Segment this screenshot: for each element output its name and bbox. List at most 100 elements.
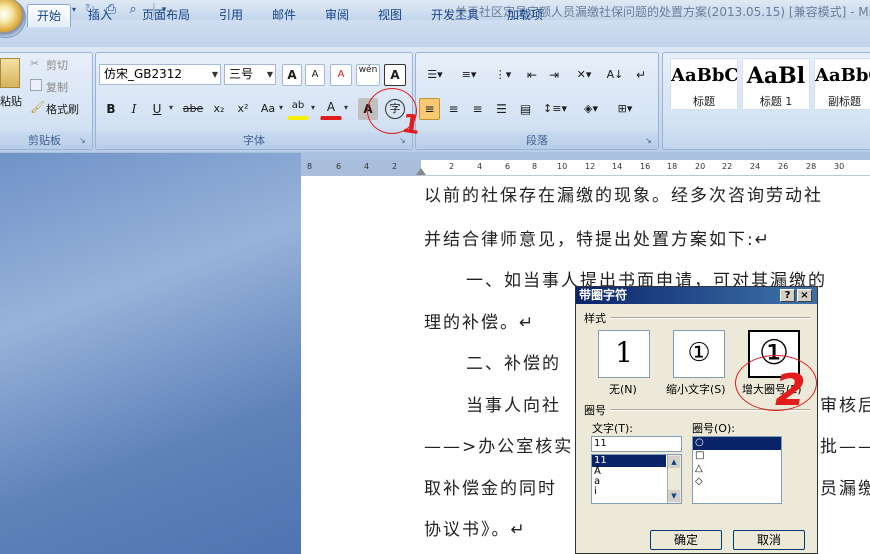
ruler-tick: 28 bbox=[806, 162, 817, 171]
cut-label[interactable]: 剪切 bbox=[46, 57, 68, 73]
decrease-indent-button[interactable]: ⇤ bbox=[522, 64, 542, 86]
paste-label[interactable]: 粘贴 bbox=[0, 93, 22, 109]
clear-formatting-button[interactable]: A bbox=[330, 64, 352, 86]
multilevel-list-button[interactable]: ⋮▾ bbox=[487, 64, 519, 86]
copy-icon[interactable] bbox=[30, 79, 42, 91]
line-spacing-button[interactable]: ↕≡▾ bbox=[540, 98, 570, 120]
tab-addins[interactable]: 加载项 bbox=[500, 4, 550, 27]
help-button[interactable]: ? bbox=[780, 289, 795, 302]
tab-mailings[interactable]: 邮件 bbox=[265, 4, 303, 27]
ruler-tick: 12 bbox=[585, 162, 596, 171]
superscript-button[interactable]: x² bbox=[232, 98, 254, 120]
align-right-button[interactable]: ≡ bbox=[467, 98, 488, 120]
highlight-button[interactable]: ab bbox=[287, 98, 309, 120]
sort-button[interactable]: A↓ bbox=[604, 64, 626, 86]
style-option-none[interactable]: 1 bbox=[598, 330, 650, 378]
numbering-button[interactable]: ≡▾ bbox=[453, 64, 485, 86]
copy-label[interactable]: 复制 bbox=[46, 79, 68, 95]
shrink-font-button[interactable]: A bbox=[305, 64, 325, 86]
tab-developer[interactable]: 开发工具 bbox=[424, 4, 486, 27]
shape-listbox[interactable]: ○ □ △ ◇ bbox=[692, 436, 782, 504]
align-left-button[interactable]: ≡ bbox=[419, 98, 440, 120]
ruler-tick: 6 bbox=[336, 162, 342, 171]
justify-button[interactable]: ☰ bbox=[491, 98, 512, 120]
close-button[interactable]: × bbox=[797, 289, 812, 302]
character-border-button[interactable]: A bbox=[384, 64, 406, 86]
list-item[interactable]: △ bbox=[693, 463, 781, 476]
list-item[interactable]: □ bbox=[693, 450, 781, 463]
format-painter-label[interactable]: 格式刷 bbox=[46, 101, 79, 117]
font-name-value: 仿宋_GB2312 bbox=[104, 67, 183, 81]
ruler-tick: 10 bbox=[557, 162, 568, 171]
style-name: 标题 1 bbox=[759, 95, 793, 108]
borders-button[interactable]: ⊞▾ bbox=[610, 98, 640, 120]
align-center-button[interactable]: ≡ bbox=[443, 98, 464, 120]
ruler-tick: 2 bbox=[449, 162, 455, 171]
tab-review[interactable]: 审阅 bbox=[318, 4, 356, 27]
chinese-layout-button[interactable]: ✕▾ bbox=[568, 64, 600, 86]
text-listbox[interactable]: 11 Å a i ▲ ▼ bbox=[591, 454, 682, 504]
scroll-up-icon[interactable]: ▲ bbox=[668, 456, 680, 468]
bullets-button[interactable]: ☰▾ bbox=[419, 64, 451, 86]
strikethrough-button[interactable]: abe bbox=[180, 98, 206, 120]
chevron-down-icon[interactable]: ▾ bbox=[169, 103, 173, 112]
indent-marker-icon[interactable] bbox=[416, 168, 426, 175]
ruler-tick: 16 bbox=[640, 162, 651, 171]
increase-indent-button[interactable]: ⇥ bbox=[544, 64, 564, 86]
dialog-launcher-icon[interactable]: ↘ bbox=[645, 136, 655, 146]
text-input[interactable]: 11 bbox=[591, 436, 682, 452]
ruler-tick: 4 bbox=[364, 162, 370, 171]
underline-button[interactable]: U bbox=[147, 98, 167, 120]
tab-insert[interactable]: 插入 bbox=[80, 4, 120, 27]
paragraph-group-label: 段落 bbox=[416, 132, 658, 149]
tab-page-layout[interactable]: 页面布局 bbox=[135, 4, 197, 27]
divider bbox=[610, 317, 810, 319]
bold-button[interactable]: B bbox=[101, 98, 121, 120]
format-painter-icon[interactable]: 🖌 bbox=[30, 101, 45, 113]
style-name: 副标题 bbox=[828, 95, 861, 108]
ruler-tick: 24 bbox=[750, 162, 761, 171]
font-color-button[interactable]: A bbox=[320, 98, 342, 120]
cut-icon[interactable]: ✂ bbox=[30, 57, 42, 70]
phonetic-guide-button[interactable]: wén bbox=[356, 64, 380, 86]
style-title[interactable]: AaBbC 标题 bbox=[670, 58, 738, 110]
font-name-combo[interactable]: 仿宋_GB2312 ▼ bbox=[99, 64, 221, 85]
doc-line: 协议书》。↵ bbox=[424, 520, 527, 540]
subscript-button[interactable]: x₂ bbox=[208, 98, 230, 120]
tab-view[interactable]: 视图 bbox=[371, 4, 409, 27]
align-center-icon: ≡ bbox=[448, 102, 459, 116]
option-glyph: ① bbox=[687, 338, 711, 368]
tab-home[interactable]: 开始 bbox=[27, 4, 71, 27]
shading-button[interactable]: ◈▾ bbox=[576, 98, 606, 120]
chevron-down-icon[interactable]: ▾ bbox=[279, 103, 283, 112]
distributed-button[interactable]: ▤ bbox=[515, 98, 536, 120]
ruler-tick: 8 bbox=[532, 162, 538, 171]
chevron-down-icon[interactable]: ▾ bbox=[311, 103, 315, 112]
font-size-combo[interactable]: 三号 ▼ bbox=[224, 64, 276, 85]
list-item[interactable]: ◇ bbox=[693, 476, 781, 489]
align-left-icon: ≡ bbox=[424, 102, 435, 116]
change-case-button[interactable]: Aa bbox=[256, 98, 280, 120]
shape-label: 圈号(O): bbox=[692, 422, 735, 435]
scroll-down-icon[interactable]: ▼ bbox=[668, 490, 680, 502]
list-item[interactable]: ○ bbox=[693, 437, 781, 450]
style-option-shrink-text[interactable]: ① bbox=[673, 330, 725, 378]
style-heading-1[interactable]: AaBl 标题 1 bbox=[742, 58, 810, 110]
style-subtitle[interactable]: AaBbC 副标题 bbox=[814, 58, 870, 110]
list-item[interactable]: 11 bbox=[592, 455, 666, 467]
dialog-launcher-icon[interactable]: ↘ bbox=[79, 136, 89, 146]
style-section-label: 样式 bbox=[584, 312, 606, 325]
doc-line: 取补偿金的同时 bbox=[424, 479, 557, 499]
style-sample: AaBbC bbox=[815, 65, 870, 86]
tab-references[interactable]: 引用 bbox=[212, 4, 250, 27]
option-label: 无(N) bbox=[609, 383, 637, 396]
cancel-button[interactable]: 取消 bbox=[733, 530, 805, 550]
grow-font-button[interactable]: A bbox=[282, 64, 302, 86]
show-hide-marks-button[interactable]: ↵ bbox=[630, 64, 652, 86]
paste-icon[interactable] bbox=[0, 58, 20, 88]
multilevel-list-icon: ⋮▾ bbox=[494, 68, 512, 81]
chevron-down-icon[interactable]: ▾ bbox=[344, 103, 348, 112]
ok-button[interactable]: 确定 bbox=[650, 530, 722, 550]
style-sample: AaBl bbox=[746, 63, 806, 89]
italic-button[interactable]: I bbox=[124, 98, 144, 120]
